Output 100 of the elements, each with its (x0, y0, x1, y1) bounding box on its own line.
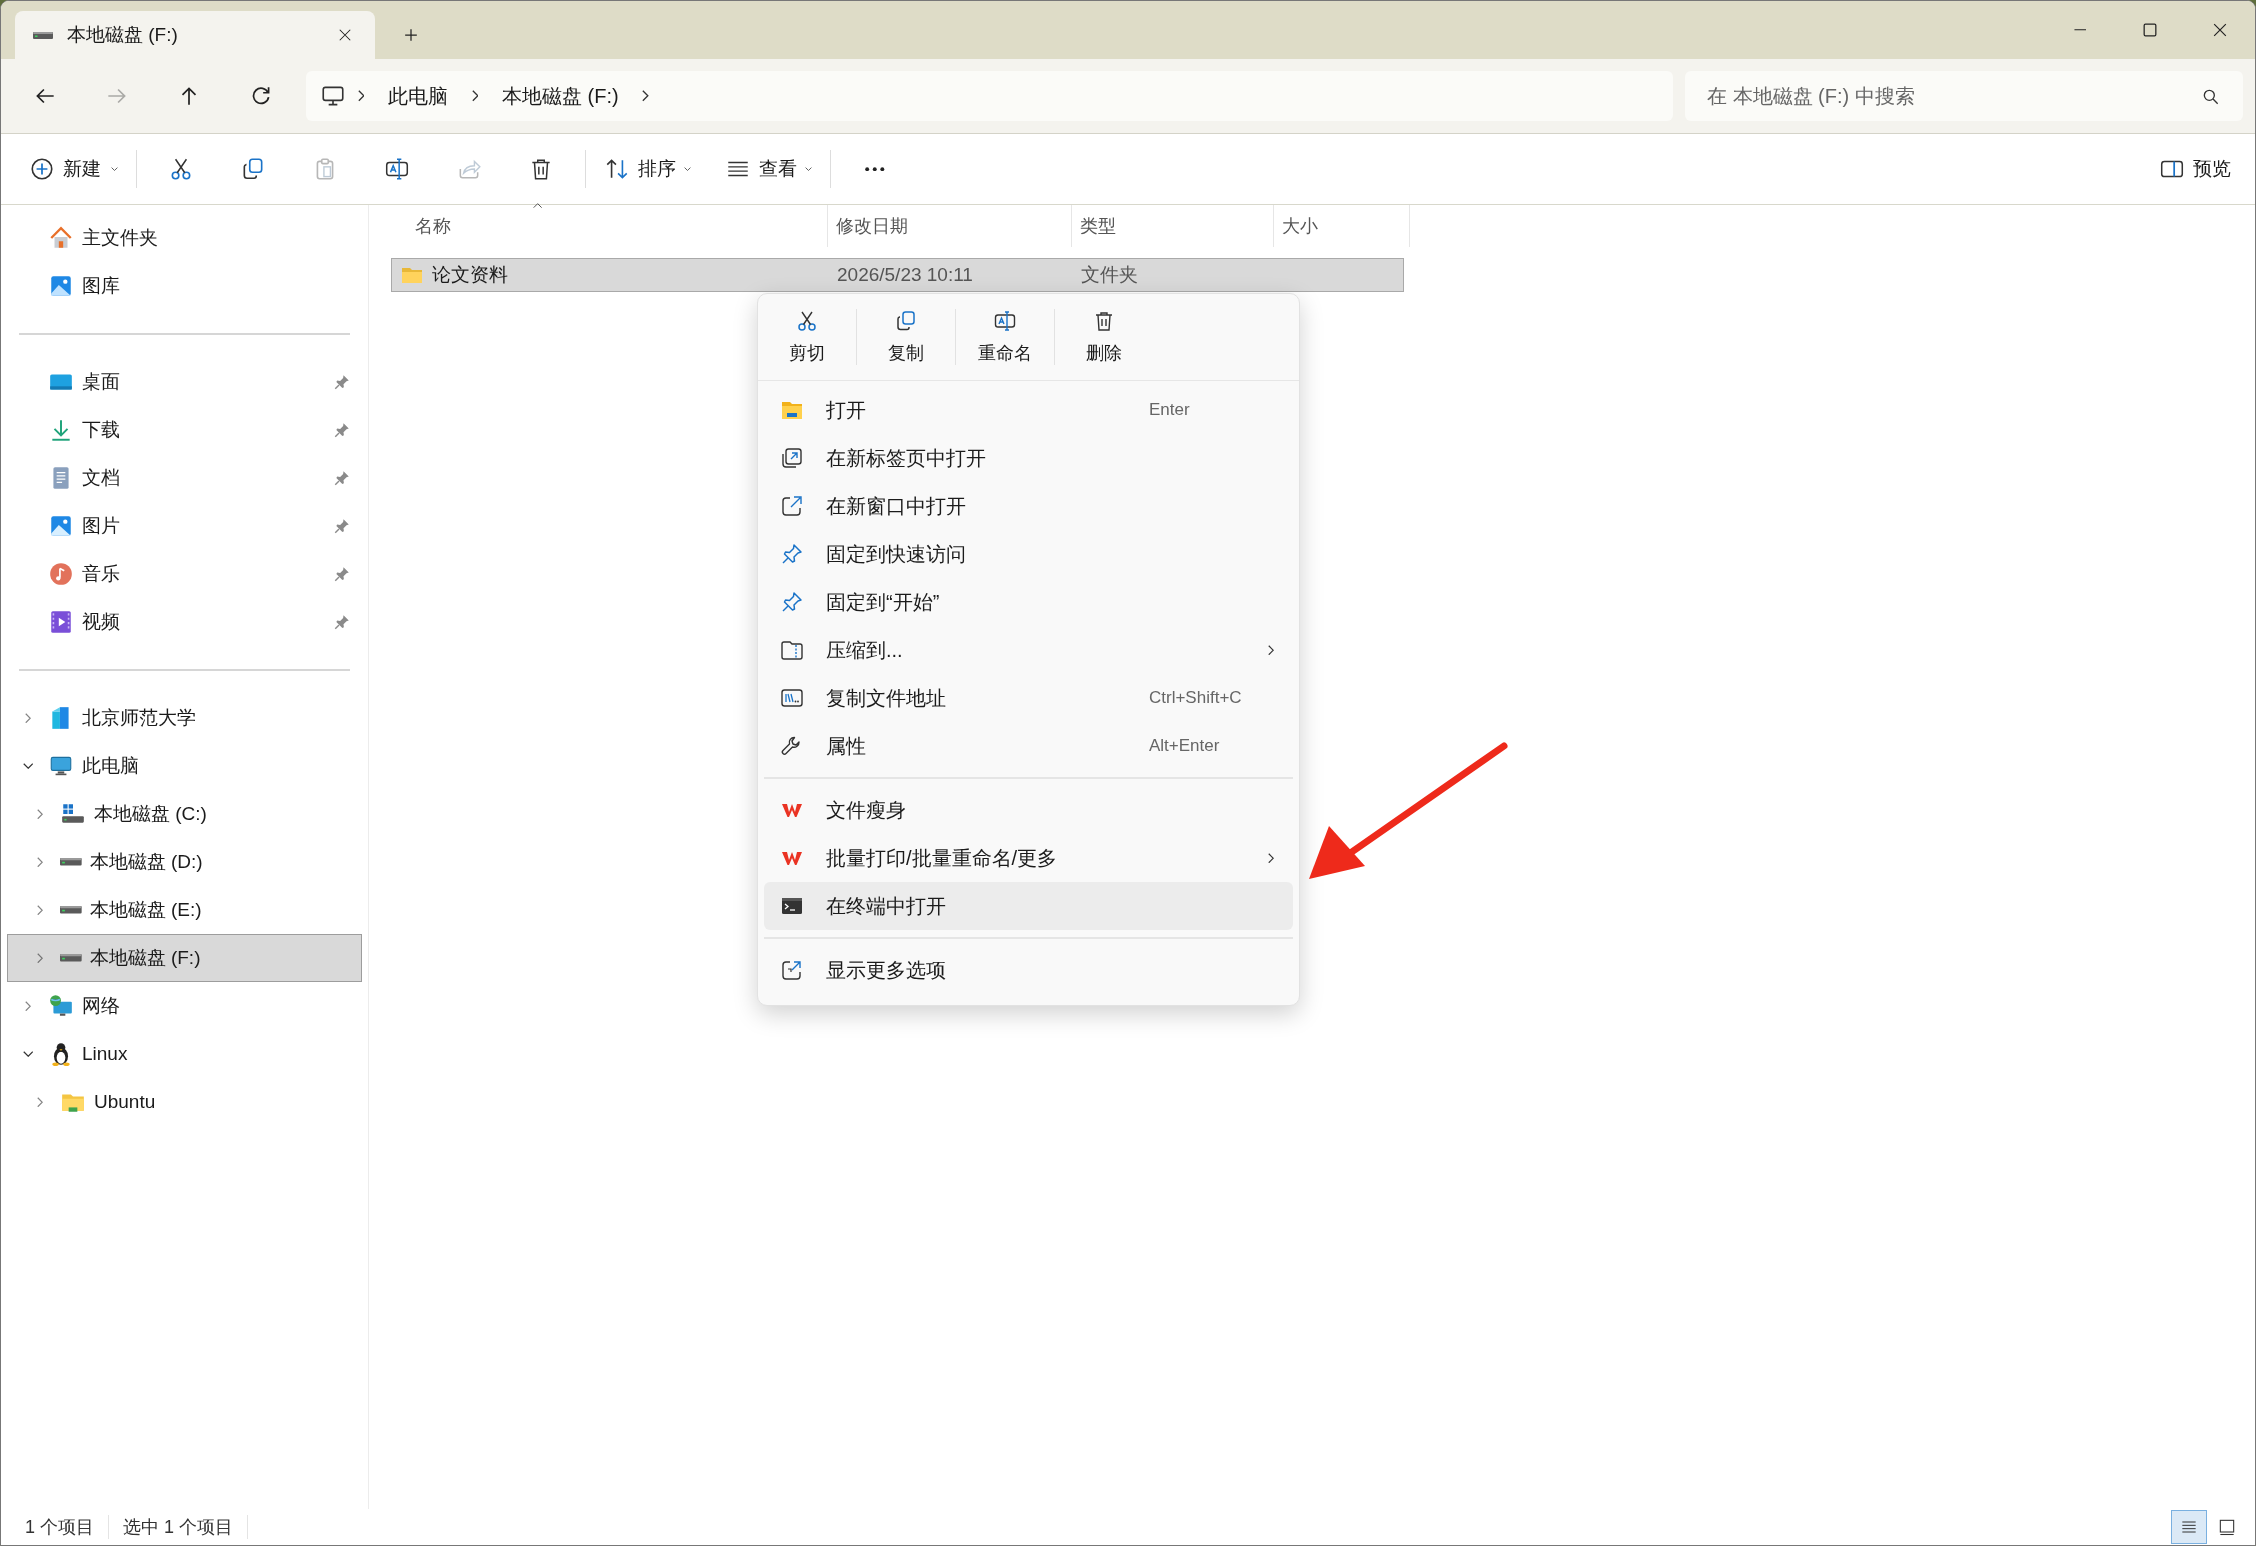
plus-circle-icon (29, 156, 55, 182)
sidebar-item[interactable]: 此电脑 (7, 742, 362, 790)
menu-label: 在终端中打开 (826, 893, 947, 919)
menu-item[interactable]: 文件瘦身 (764, 786, 1293, 834)
pin-icon (333, 421, 351, 439)
chevron-right-icon (642, 90, 649, 102)
address-bar[interactable]: 此电脑 本地磁盘 (F:) (306, 71, 1673, 121)
file-name: 论文资料 (432, 263, 508, 287)
menu-item[interactable]: 打开 Enter (764, 386, 1293, 434)
sidebar-label: 下载 (82, 418, 121, 442)
sidebar-item[interactable]: 主文件夹 (7, 214, 362, 262)
chevron-right-icon (1268, 852, 1274, 864)
sort-icon (604, 156, 630, 182)
menu-label: 复制文件地址 (826, 685, 947, 711)
menu-item[interactable]: 在新标签页中打开 (764, 434, 1293, 482)
drive-icon (60, 906, 82, 914)
menu-item[interactable]: 批量打印/批量重命名/更多 (764, 834, 1293, 882)
menu-label: 打开 (826, 397, 867, 423)
sidebar-item[interactable]: 音乐 (7, 550, 362, 598)
zip-folder-icon (780, 638, 804, 662)
sidebar-item[interactable]: Ubuntu (7, 1078, 362, 1126)
menu-label: 压缩到... (826, 637, 904, 663)
table-cell-text: 文件夹 (1080, 263, 1139, 287)
menu-item[interactable]: 在终端中打开 (764, 882, 1293, 930)
caret-icon (111, 166, 118, 172)
chevron-right-icon (357, 90, 365, 102)
menu-item[interactable]: 复制文件地址 Ctrl+Shift+C (764, 674, 1293, 722)
sidebar-label: 网络 (82, 994, 121, 1018)
new-button[interactable]: 新建 (19, 145, 128, 193)
column-header[interactable]: 名称 (369, 205, 828, 247)
view-button[interactable]: 查看 (715, 145, 822, 193)
sidebar-label: 音乐 (82, 562, 121, 586)
house-icon (48, 225, 74, 251)
sidebar-label: 本地磁盘 (E:) (89, 898, 203, 922)
menu-label: 在新标签页中打开 (826, 445, 987, 471)
sidebar-item[interactable]: 桌面 (7, 358, 362, 406)
sidebar-label: 主文件夹 (82, 226, 159, 250)
sidebar-label: 本地磁盘 (F:) (89, 946, 202, 970)
chevron-right-icon (37, 1096, 43, 1108)
picture-icon (48, 513, 74, 539)
sidebar-label: 文档 (82, 466, 121, 490)
more-icon (865, 166, 885, 172)
menu-label: 批量打印/批量重命名/更多 (826, 845, 1059, 871)
sidebar-item[interactable]: 北京师范大学 (7, 694, 362, 742)
column-header[interactable]: 大小 (1274, 205, 1410, 247)
menu-action-button[interactable]: 剪切 (758, 298, 856, 376)
menu-item[interactable]: 在新窗口中打开 (764, 482, 1293, 530)
sidebar-item[interactable]: 本地磁盘 (C:) (7, 790, 362, 838)
breadcrumb[interactable]: 此电脑 (376, 82, 460, 110)
sidebar-item[interactable]: 网络 (7, 982, 362, 1030)
pin-icon (333, 613, 351, 631)
sidebar-item[interactable]: 图片 (7, 502, 362, 550)
chevron-right-icon (37, 904, 43, 916)
scissors-icon (795, 309, 819, 333)
sort-button[interactable]: 排序 (594, 145, 701, 193)
sidebar-label: 本地磁盘 (C:) (94, 802, 208, 826)
more-options-icon (780, 958, 804, 982)
sidebar-item[interactable]: 文档 (7, 454, 362, 502)
pin-icon (333, 469, 351, 487)
menu-item[interactable]: 固定到“开始” (764, 578, 1293, 626)
menu-label: 显示更多选项 (826, 957, 947, 983)
item-count: 1 个项目 (25, 1515, 109, 1539)
chevron-right-icon (25, 1000, 31, 1012)
menu-action-button[interactable]: 复制 (857, 298, 955, 376)
sidebar-item[interactable]: 图库 (7, 262, 362, 310)
column-header[interactable]: 修改日期 (828, 205, 1072, 247)
shortcut-text: Alt+Enter (1149, 736, 1221, 756)
menu-item[interactable]: 固定到快速访问 (764, 530, 1293, 578)
search-field[interactable]: 在 本地磁盘 (F:) 中搜索 (1685, 71, 2243, 121)
drive-icon (60, 858, 82, 866)
chevron-right-icon (1268, 644, 1274, 656)
menu-item[interactable]: 属性 Alt+Enter (764, 722, 1293, 770)
sidebar-item[interactable]: 下载 (7, 406, 362, 454)
sidebar-item[interactable]: 本地磁盘 (F:) (7, 934, 362, 982)
sidebar-item[interactable]: 本地磁盘 (D:) (7, 838, 362, 886)
copy-icon (894, 309, 918, 333)
column-header[interactable]: 类型 (1072, 205, 1274, 247)
tab[interactable]: 本地磁盘 (F:) (15, 11, 375, 59)
film-icon (48, 609, 74, 635)
menu-action-button[interactable]: 重命名 (956, 298, 1054, 376)
menu-action-button[interactable]: 删除 (1055, 298, 1153, 376)
selection-count: 选中 1 个项目 (123, 1515, 249, 1539)
sidebar-label: 此电脑 (82, 754, 140, 778)
sidebar-item[interactable]: 视频 (7, 598, 362, 646)
chevron-down-icon (22, 1051, 34, 1057)
chevron-down-icon (22, 763, 34, 769)
minimize-icon (2073, 29, 2087, 31)
sidebar-item[interactable]: Linux (7, 1030, 362, 1078)
preview-button[interactable]: 预览 (2149, 145, 2241, 193)
menu-item[interactable]: 显示更多选项 (764, 946, 1293, 994)
file-row[interactable]: 论文资料 2026/5/23 10:11 文件夹 (391, 258, 1404, 292)
menu-item[interactable]: 压缩到... (764, 626, 1293, 674)
sidebar-item[interactable]: 本地磁盘 (E:) (7, 886, 362, 934)
menu-label: 固定到快速访问 (826, 541, 967, 567)
breadcrumb[interactable]: 本地磁盘 (F:) (490, 82, 631, 110)
drive-icon (60, 954, 82, 962)
caret-icon (805, 166, 812, 172)
sidebar-label: 北京师范大学 (82, 706, 197, 730)
menu-label: 文件瘦身 (826, 797, 907, 823)
new-tab-icon (780, 446, 804, 470)
